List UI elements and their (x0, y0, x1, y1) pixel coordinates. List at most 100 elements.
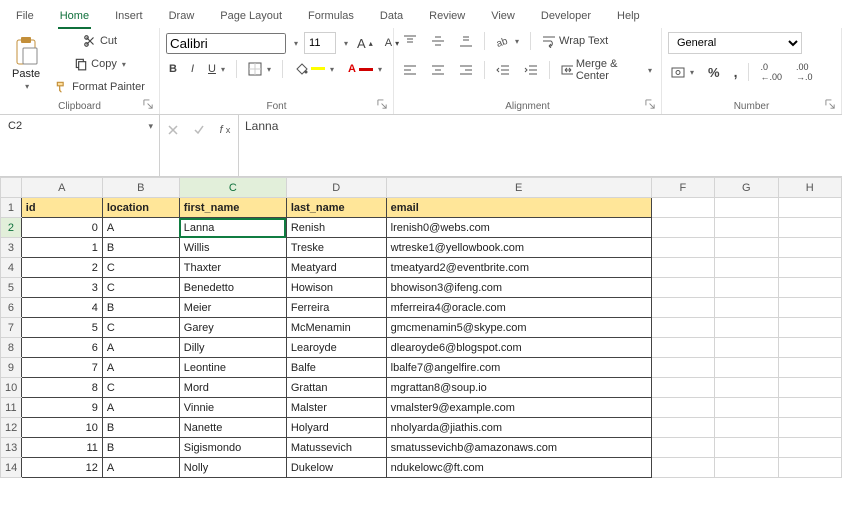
cell[interactable]: Dilly (179, 338, 286, 358)
cell[interactable]: Balfe (286, 358, 386, 378)
cell[interactable] (778, 298, 841, 318)
cell[interactable] (715, 338, 778, 358)
insert-function-button[interactable]: fx (212, 119, 238, 141)
cell[interactable] (778, 258, 841, 278)
cell[interactable] (715, 298, 778, 318)
row-header[interactable]: 7 (1, 318, 22, 338)
copy-button[interactable]: Copy ▾ (52, 55, 148, 73)
increase-decimal-button[interactable]: .0←.00 (757, 60, 785, 84)
cell[interactable]: B (102, 238, 179, 258)
cell[interactable]: Garey (179, 318, 286, 338)
cell[interactable] (778, 458, 841, 478)
chevron-down-icon[interactable]: ▾ (148, 121, 153, 132)
underline-button[interactable]: U▾ (205, 61, 228, 77)
cell[interactable]: email (386, 198, 651, 218)
chevron-down-icon[interactable]: ▾ (294, 39, 298, 48)
cell[interactable]: Mord (179, 378, 286, 398)
cell[interactable]: lbalfe7@angelfire.com (386, 358, 651, 378)
cell[interactable]: Thaxter (179, 258, 286, 278)
cell[interactable]: Lanna (179, 218, 286, 238)
cell[interactable]: Ferreira (286, 298, 386, 318)
cell[interactable]: B (102, 438, 179, 458)
cell[interactable] (778, 438, 841, 458)
row-header[interactable]: 14 (1, 458, 22, 478)
cell[interactable] (715, 358, 778, 378)
cell[interactable] (651, 338, 714, 358)
cell[interactable]: Holyard (286, 418, 386, 438)
cell[interactable]: dlearoyde6@blogspot.com (386, 338, 651, 358)
decrease-decimal-button[interactable]: .00→.0 (793, 60, 816, 84)
cell[interactable]: Grattan (286, 378, 386, 398)
row-header[interactable]: 13 (1, 438, 22, 458)
align-middle-button[interactable] (428, 32, 448, 50)
cell[interactable]: nholyarda@jiathis.com (386, 418, 651, 438)
cell[interactable]: location (102, 198, 179, 218)
cell[interactable]: Matussevich (286, 438, 386, 458)
confirm-formula-button[interactable] (186, 119, 212, 141)
merge-center-button[interactable]: Merge & Center ▾ (558, 56, 655, 84)
chevron-down-icon[interactable]: ▾ (344, 39, 348, 48)
dialog-launcher-font[interactable] (377, 99, 389, 111)
cell[interactable]: C (102, 318, 179, 338)
cell[interactable] (651, 398, 714, 418)
increase-indent-button[interactable] (521, 61, 541, 79)
cell[interactable]: 4 (21, 298, 102, 318)
cell[interactable]: 8 (21, 378, 102, 398)
cell[interactable]: 2 (21, 258, 102, 278)
tab-insert[interactable]: Insert (103, 4, 155, 28)
cell[interactable]: Renish (286, 218, 386, 238)
cell[interactable] (651, 218, 714, 238)
cell[interactable] (715, 278, 778, 298)
cell[interactable] (651, 358, 714, 378)
cell[interactable]: Meier (179, 298, 286, 318)
align-top-button[interactable] (400, 32, 420, 50)
row-header[interactable]: 12 (1, 418, 22, 438)
cell[interactable]: Willis (179, 238, 286, 258)
cell[interactable]: Treske (286, 238, 386, 258)
align-right-button[interactable] (456, 61, 476, 79)
cell[interactable]: 6 (21, 338, 102, 358)
column-header[interactable]: C (179, 178, 286, 198)
cell[interactable] (651, 238, 714, 258)
row-header[interactable]: 4 (1, 258, 22, 278)
row-header[interactable]: 10 (1, 378, 22, 398)
accounting-format-button[interactable]: ▾ (668, 63, 697, 81)
dialog-launcher-alignment[interactable] (645, 99, 657, 111)
font-name-input[interactable] (166, 33, 286, 54)
cell[interactable]: C (102, 278, 179, 298)
cell[interactable]: wtreske1@yellowbook.com (386, 238, 651, 258)
cell[interactable]: 3 (21, 278, 102, 298)
cell[interactable]: bhowison3@ifeng.com (386, 278, 651, 298)
cell[interactable]: Benedetto (179, 278, 286, 298)
cell[interactable] (778, 318, 841, 338)
cell[interactable]: mferreira4@oracle.com (386, 298, 651, 318)
row-header[interactable]: 1 (1, 198, 22, 218)
cell[interactable] (651, 298, 714, 318)
tab-review[interactable]: Review (417, 4, 477, 28)
wrap-text-button[interactable]: Wrap Text (539, 32, 611, 50)
tab-data[interactable]: Data (368, 4, 415, 28)
cell[interactable] (651, 438, 714, 458)
cell[interactable] (778, 398, 841, 418)
cell[interactable]: Sigismondo (179, 438, 286, 458)
tab-page-layout[interactable]: Page Layout (208, 4, 294, 28)
cell[interactable] (651, 258, 714, 278)
tab-draw[interactable]: Draw (157, 4, 207, 28)
comma-button[interactable]: , (731, 62, 741, 82)
cell[interactable]: C (102, 258, 179, 278)
tab-developer[interactable]: Developer (529, 4, 603, 28)
spreadsheet-grid[interactable]: ABCDEFGH1idlocationfirst_namelast_nameem… (0, 177, 842, 478)
cell[interactable] (651, 378, 714, 398)
cell[interactable]: lrenish0@webs.com (386, 218, 651, 238)
cell[interactable]: 1 (21, 238, 102, 258)
align-bottom-button[interactable] (456, 32, 476, 50)
column-header[interactable]: A (21, 178, 102, 198)
cell[interactable]: mgrattan8@soup.io (386, 378, 651, 398)
cell[interactable]: Dukelow (286, 458, 386, 478)
font-color-button[interactable]: A ▾ (345, 61, 385, 77)
percent-button[interactable]: % (705, 63, 723, 82)
cell[interactable]: vmalster9@example.com (386, 398, 651, 418)
row-header[interactable]: 11 (1, 398, 22, 418)
cell[interactable]: Malster (286, 398, 386, 418)
cell[interactable]: 11 (21, 438, 102, 458)
